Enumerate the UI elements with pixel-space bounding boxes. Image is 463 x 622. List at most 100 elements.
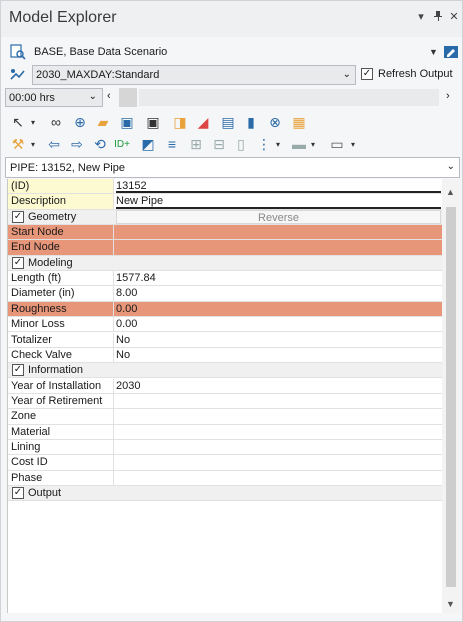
table-dropdown-icon[interactable]: ▾ xyxy=(349,136,357,153)
select-arrow-icon[interactable]: ↖ xyxy=(9,114,27,131)
back-arrow-icon[interactable]: ⇦ xyxy=(45,136,63,153)
property-row[interactable]: End Node xyxy=(8,240,443,256)
save-icon[interactable]: ▣ xyxy=(118,114,136,131)
property-row[interactable]: Check Valve No xyxy=(8,347,443,364)
scroll-thumb[interactable] xyxy=(446,207,456,587)
property-row[interactable]: Totalizer No xyxy=(8,332,443,348)
graph-icon[interactable]: ▮ xyxy=(242,114,260,131)
section-toggle-checkbox[interactable]: ✓ xyxy=(12,210,24,223)
open-folder-icon[interactable]: ▰ xyxy=(94,114,112,131)
property-key: Modeling xyxy=(28,256,73,269)
refresh-output-checkbox[interactable]: ✓ xyxy=(361,68,373,80)
history-icon[interactable]: ⟲ xyxy=(91,136,109,153)
title-bar: Model Explorer ▾ ✕ xyxy=(1,1,462,37)
time-next-icon[interactable]: › xyxy=(446,90,450,102)
column-separator xyxy=(113,439,114,455)
property-row[interactable]: Length (ft) 1577.84 xyxy=(8,271,443,287)
property-row[interactable]: Year of Installation 2030 xyxy=(8,378,443,394)
reverse-button[interactable]: Reverse xyxy=(116,209,441,224)
link-icon[interactable]: ∞ xyxy=(47,114,65,131)
chevron-down-icon: ⌄ xyxy=(88,91,97,102)
section-toggle-checkbox[interactable]: ✓ xyxy=(12,487,24,499)
hammer-dropdown-icon[interactable]: ▾ xyxy=(29,136,37,153)
scenario-manager-icon[interactable] xyxy=(443,43,461,61)
time-slider-track[interactable] xyxy=(139,89,439,106)
layer-icon[interactable]: ◩ xyxy=(139,136,157,153)
ruler-icon[interactable]: ⋮ xyxy=(255,136,273,153)
property-value: 2030 xyxy=(116,379,141,392)
property-key: Lining xyxy=(11,440,41,453)
property-section[interactable]: ✓ Modeling xyxy=(8,255,443,272)
section-toggle-checkbox[interactable]: ✓ xyxy=(12,256,24,269)
property-row[interactable]: Roughness 0.00 xyxy=(8,301,443,318)
time-select[interactable]: 00:00 hrs ⌄ xyxy=(5,88,103,107)
chevron-down-icon: ⌄ xyxy=(446,161,455,172)
property-row[interactable]: Year of Retirement xyxy=(8,393,443,410)
disabled-tool-3-icon[interactable]: ▯ xyxy=(232,136,250,153)
scenario-dropdown-icon[interactable]: ▼ xyxy=(429,47,438,57)
time-row: 00:00 hrs ⌄ ‹ › xyxy=(1,88,462,108)
scroll-down-icon[interactable]: ▼ xyxy=(446,599,455,609)
save-as-icon[interactable]: ▣ xyxy=(144,114,162,131)
property-row[interactable]: Phase xyxy=(8,470,443,486)
property-row[interactable]: Diameter (in) 8.00 xyxy=(8,286,443,302)
export-icon[interactable]: ◨ xyxy=(171,114,189,131)
report-icon[interactable]: ▤ xyxy=(219,114,237,131)
property-row[interactable]: Cost ID xyxy=(8,455,443,471)
eraser-icon[interactable]: ◢ xyxy=(194,114,212,131)
connect-icon[interactable]: ⊗ xyxy=(266,114,284,131)
property-key: Geometry xyxy=(28,210,77,223)
close-icon[interactable]: ✕ xyxy=(447,10,461,24)
property-grid: (ID) 13152 Description New Pipe ✓ Geometry Rev… xyxy=(7,179,443,613)
property-key: Year of Installation xyxy=(11,379,102,392)
property-row[interactable]: Lining xyxy=(8,439,443,456)
property-section[interactable]: ✓ Information xyxy=(8,363,443,379)
properties-icon[interactable]: ▦ xyxy=(290,114,308,131)
panel-menu-icon[interactable]: ▾ xyxy=(414,10,428,24)
section-toggle-checkbox[interactable]: ✓ xyxy=(12,364,24,377)
property-row[interactable]: Description New Pipe xyxy=(8,194,443,210)
ruler-dropdown-icon[interactable]: ▾ xyxy=(274,136,282,153)
element-selector[interactable]: PIPE: 13152, New Pipe ⌄ xyxy=(5,157,460,178)
toolbar-1: ↖ ▾ ∞ ⊕ ▰ ▣ ▣ ◨ ◢ ▤ ▮ ⊗ ▦ xyxy=(1,114,462,134)
panel-title: Model Explorer xyxy=(9,9,117,26)
grid-tool-icon[interactable]: ▬ xyxy=(290,136,308,153)
property-value: 0.00 xyxy=(116,318,138,331)
pin-icon[interactable] xyxy=(431,10,445,24)
property-row[interactable]: Zone xyxy=(8,409,443,425)
disabled-tool-icon[interactable]: ⊞ xyxy=(187,136,205,153)
property-section[interactable]: ✓ Geometry Reverse xyxy=(8,209,443,225)
scenario-label[interactable]: BASE, Base Data Scenario xyxy=(34,46,167,58)
property-row[interactable]: Minor Loss 0.00 xyxy=(8,317,443,333)
select-dropdown-icon[interactable]: ▾ xyxy=(29,114,37,131)
column-separator xyxy=(113,194,114,209)
property-key: Length (ft) xyxy=(11,272,62,285)
zoom-icon[interactable]: ⊕ xyxy=(71,114,89,131)
forward-arrow-icon[interactable]: ⇨ xyxy=(68,136,86,153)
property-row[interactable]: Start Node xyxy=(8,225,443,241)
property-value: 13152 xyxy=(116,179,441,194)
property-key: Material xyxy=(11,425,51,438)
column-separator xyxy=(113,240,114,255)
property-row[interactable]: Material xyxy=(8,424,443,440)
property-key: Cost ID xyxy=(11,456,48,469)
sliders-icon[interactable]: ≡ xyxy=(163,136,181,153)
property-row[interactable]: (ID) 13152 xyxy=(8,179,443,195)
time-prev-icon[interactable]: ‹ xyxy=(107,90,111,102)
property-key: Zone xyxy=(11,410,37,423)
table-tool-icon[interactable]: ▭ xyxy=(328,136,346,153)
model-explorer-panel: Model Explorer ▾ ✕ BASE, Base Data Scena… xyxy=(0,0,463,622)
add-id-icon[interactable]: ID+ xyxy=(113,136,131,153)
column-separator xyxy=(113,470,114,485)
scroll-up-icon[interactable]: ▲ xyxy=(446,187,455,197)
time-slider-thumb[interactable] xyxy=(119,88,137,107)
property-section[interactable]: ✓ Output xyxy=(8,486,443,502)
vertical-scrollbar[interactable]: ▲ ▼ xyxy=(442,179,460,613)
property-key: End Node xyxy=(11,241,60,254)
property-key: Check Valve xyxy=(11,348,72,361)
alternative-select[interactable]: 2030_MAXDAY:Standard ⌄ xyxy=(32,65,356,85)
hammer-icon[interactable]: ⚒ xyxy=(9,136,27,153)
grid-dropdown-icon[interactable]: ▾ xyxy=(309,136,317,153)
column-separator xyxy=(113,455,114,470)
disabled-tool-2-icon[interactable]: ⊟ xyxy=(210,136,228,153)
